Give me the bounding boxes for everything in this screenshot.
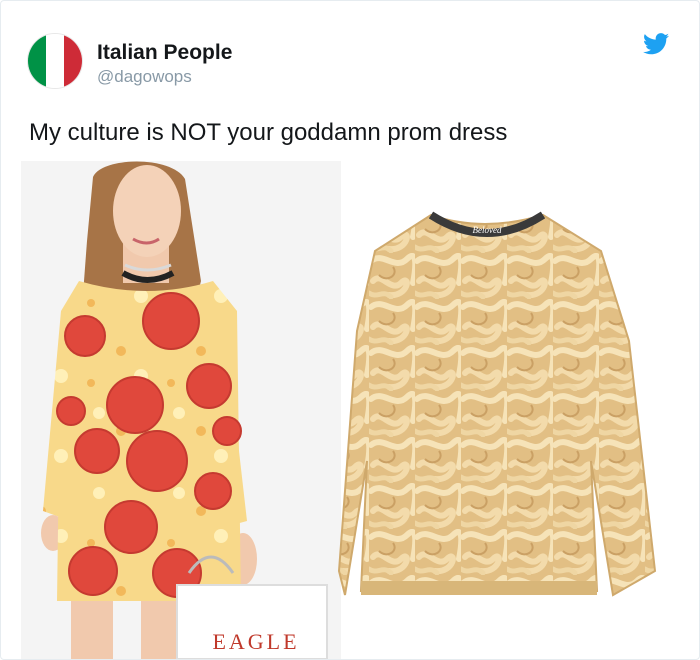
avatar[interactable] [27, 33, 83, 89]
tweet-card[interactable]: Italian People @dagowops My culture is N… [0, 0, 700, 660]
tweet-text: My culture is NOT your goddamn prom dres… [29, 119, 508, 146]
user-handle[interactable]: @dagowops [97, 67, 192, 87]
twitter-bird-icon [643, 33, 669, 55]
noodle-sweater [337, 213, 657, 597]
flag-green-stripe [28, 34, 46, 88]
display-name[interactable]: Italian People [97, 41, 232, 65]
pizza-dress-photo: EAGLE [21, 161, 341, 659]
flag-red-stripe [64, 34, 82, 88]
bag-text: EAGLE [212, 629, 299, 654]
flag-white-stripe [46, 34, 64, 88]
sweater-tag: Beloved [473, 225, 502, 235]
tweet-media[interactable]: EAGLE Beloved [1, 161, 699, 659]
noodle-sweater-photo: Beloved [337, 211, 657, 597]
